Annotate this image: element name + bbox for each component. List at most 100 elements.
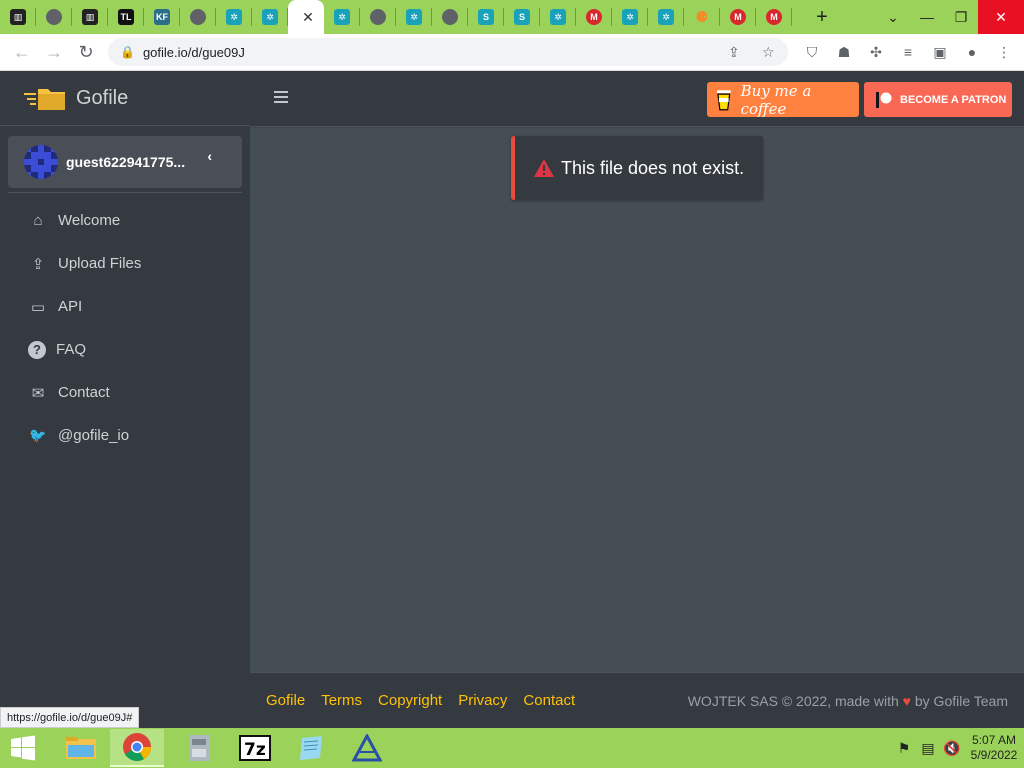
windows-start-icon[interactable] [0,728,46,768]
browser-tab[interactable]: ✲ [396,0,432,34]
sidebar-nav: ⌂ Welcome ⇪ Upload Files ▭ API? FAQ ✉ Contact 🐦 @g… [0,199,250,457]
browser-tab[interactable] [432,0,468,34]
browser-tab[interactable]: ✲ [540,0,576,34]
browser-tab[interactable] [36,0,72,34]
browser-tab[interactable]: ✲ [324,0,360,34]
become-a-patron-button[interactable]: BECOME A PATRON [864,82,1012,117]
browser-tab[interactable]: ✲ [648,0,684,34]
main-content: This file does not exist. [250,128,1024,672]
url-text[interactable]: gofile.io/d/gue09J [143,45,245,60]
footer-link-gofile[interactable]: Gofile [266,692,305,709]
twitter-icon: 🐦 [29,427,47,443]
action-center-flag-icon[interactable]: ⚑ [892,734,916,762]
restore-button[interactable]: ❐ [944,0,978,34]
coffee-cup-icon [716,89,731,110]
browser-tab[interactable]: ⚈ [684,0,720,34]
chevron-left-icon[interactable]: ‹ [207,148,212,164]
profile-avatar-icon[interactable]: ● [956,38,988,66]
footer-copyright: WOJTEK SAS © 2022, made with [687,692,899,709]
top-navbar: Buy me a coffee BECOME A PATRON [250,71,1024,127]
username: guest622941775... [66,154,186,170]
globe-icon [442,9,458,25]
media-control-icon[interactable]: ≡ [892,38,924,66]
footer-link-contact[interactable]: Contact [523,692,575,709]
close-tab-icon[interactable]: ✕ [302,9,314,26]
browser-tab[interactable]: KF [144,0,180,34]
home-icon: ⌂ [33,212,43,229]
kf-icon: KF [154,9,170,25]
browser-tab[interactable]: TL [108,0,144,34]
coffee-label: Buy me a coffee [740,81,812,118]
browser-tab[interactable] [180,0,216,34]
footer-credit: WOJTEK SAS © 2022, made with ♥ by Gofile… [688,693,1008,709]
share-icon[interactable]: ⇪ [728,44,740,61]
7zip-icon[interactable]: 7z [228,729,282,767]
mega-icon: M [730,9,746,25]
hamburger-menu-icon[interactable] [274,91,288,105]
extensions-puzzle-icon[interactable]: ✣ [860,38,892,66]
heart-icon: ♥ [902,692,911,709]
browser-tab-strip: ▥ ▥ TL KF ✲ ✲ ✕ ✲ ✲ S S ✲ M ✲ ✲ ⚈ M M [0,0,1024,34]
sidebar-item-upload-files[interactable]: ⇪ Upload Files [0,242,250,285]
side-panel-icon[interactable]: ▣ [924,38,956,66]
globe-icon [46,9,62,25]
clock[interactable]: 5:07 AM 5/9/2022 [964,733,1024,763]
address-bar[interactable]: 🔒 gofile.io/d/gue09J ⇪ ☆ [108,38,788,66]
back-button[interactable]: ← [6,36,38,68]
volume-muted-icon[interactable]: 🔇 [940,734,964,762]
sidebar-item-gofile-io[interactable]: 🐦 @gofile_io [0,414,250,457]
app-a-icon[interactable] [340,729,394,767]
browser-tab[interactable]: ✲ [216,0,252,34]
gear-teal-icon: ✲ [334,9,350,25]
sidebar-item-label: @gofile_io [58,427,130,444]
bookmark-star-icon[interactable]: ☆ [762,44,775,61]
footer-link-copyright[interactable]: Copyright [378,692,442,709]
extension-robot-icon[interactable]: ☗ [828,38,860,66]
browser-tab[interactable]: M [720,0,756,34]
extension-shield-icon[interactable]: ⛉ [796,38,828,66]
brand[interactable]: Gofile [0,71,250,126]
browser-tab[interactable]: M [756,0,792,34]
file-explorer-icon[interactable] [54,729,108,767]
close-window-button[interactable]: ✕ [978,0,1024,34]
forward-button[interactable]: → [38,36,70,68]
footer-links: Gofile Terms Copyright Privacy Contact [250,692,591,709]
mega-icon: M [766,9,782,25]
svg-text:7z: 7z [244,740,266,760]
minimize-button[interactable]: — [910,0,944,34]
sidebar-item-faq[interactable]: ? FAQ [0,328,250,371]
browser-tab[interactable]: S [504,0,540,34]
new-tab-button[interactable]: + [810,5,834,29]
sidebar-item-welcome[interactable]: ⌂ Welcome [0,199,250,242]
chrome-icon[interactable] [110,729,164,767]
windows-taskbar: 7z ⚑ ▤ 🔇 5:07 AM 5/9/2022 [0,728,1024,768]
sidebar-item-label: Welcome [58,212,121,229]
footer-link-privacy[interactable]: Privacy [458,692,507,709]
browser-tab[interactable]: ▥ [72,0,108,34]
reload-button[interactable]: ↻ [70,36,102,68]
browser-tab[interactable]: ✲ [612,0,648,34]
sidebar-item-api[interactable]: ▭ API [0,285,250,328]
user-panel[interactable]: guest622941775... ‹ [8,136,242,188]
browser-tab[interactable]: M [576,0,612,34]
archive-app-icon[interactable] [172,729,226,767]
alert-message: This file does not exist. [561,157,745,178]
more-menu-icon[interactable]: ⋮ [988,38,1020,66]
sidebar-item-contact[interactable]: ✉ Contact [0,371,250,414]
buy-me-a-coffee-button[interactable]: Buy me a coffee [707,81,859,118]
browser-tab[interactable]: S [468,0,504,34]
footer: Gofile Terms Copyright Privacy Contact WOJTE… [250,672,1024,728]
tl-icon: TL [118,9,134,25]
browser-tab[interactable]: ✲ [252,0,288,34]
tab-search-chevron-icon[interactable]: ⌄ [876,0,910,34]
laptop-code-icon: ▭ [30,298,46,316]
network-icon[interactable]: ▤ [916,734,940,762]
file-upload-icon: ⇪ [31,255,45,273]
browser-tab[interactable]: ▥ [0,0,36,34]
globe-icon [190,9,206,25]
notepad-icon[interactable] [284,729,338,767]
gofile-logo-icon [24,83,68,113]
browser-tab[interactable] [360,0,396,34]
browser-tab[interactable]: ✕ [288,0,324,34]
footer-link-terms[interactable]: Terms [321,692,362,709]
